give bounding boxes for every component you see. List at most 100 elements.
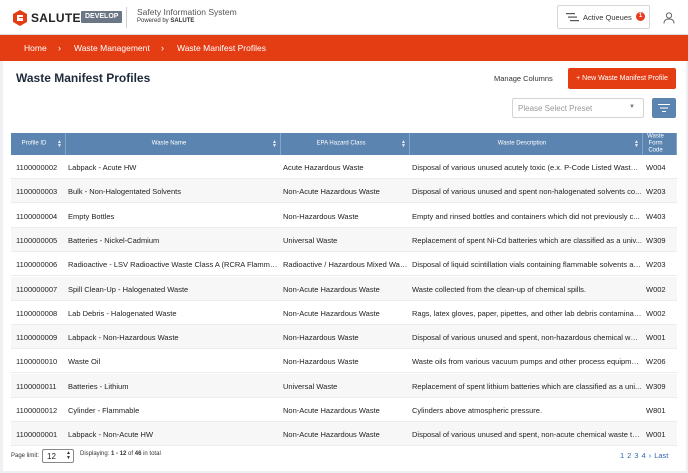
- user-icon[interactable]: [663, 12, 675, 24]
- cell-waste-name: Labpack - Non-Hazardous Waste: [68, 333, 179, 343]
- table-row[interactable]: 1100000004 Empty Bottles Non-Hazardous Was…: [11, 204, 677, 228]
- cell-waste-form-code: W203: [646, 260, 666, 270]
- caret-down-icon: ▼: [629, 104, 635, 110]
- cell-waste-name: Labpack - Acute HW: [68, 163, 137, 172]
- column-header-label: EPA Hazard Class: [316, 140, 366, 147]
- cell-waste-form-code: W801: [646, 406, 666, 415]
- sort-icon[interactable]: ▲ ▼: [57, 140, 62, 149]
- cell-waste-description: Disposal of various unused and spent, no…: [412, 333, 642, 343]
- cell-profile-id: 1100000001: [16, 430, 58, 440]
- cell-waste-description: Cylinders above atmospheric pressure.: [412, 406, 543, 415]
- displaying-range: 1 - 12: [111, 451, 127, 457]
- table-row[interactable]: 1100000007 Spill Clean-Up - Halogenated W…: [11, 276, 677, 301]
- cell-profile-id: 1100000003: [16, 187, 58, 197]
- cell-waste-form-code: W203: [646, 187, 666, 197]
- displaying-of: of: [128, 451, 134, 457]
- queue-list-icon: [566, 13, 579, 22]
- sort-icon[interactable]: ▲ ▼: [634, 140, 639, 149]
- preset-select[interactable]: Please Select Preset ▼: [512, 98, 644, 118]
- page-link-3[interactable]: 3: [634, 451, 638, 460]
- filter-button[interactable]: [652, 98, 676, 118]
- cell-epa-hazard-class: Non-Hazardous Waste: [283, 211, 359, 221]
- logo-text: SALUTE: [31, 10, 81, 25]
- page-limit-value: 12: [47, 452, 56, 461]
- cell-waste-description: Waste collected from the clean-up of che…: [412, 284, 586, 294]
- column-header-waste-name[interactable]: Waste Name ▲ ▼: [66, 133, 281, 155]
- page-link-1[interactable]: 1: [620, 451, 624, 460]
- active-queues-button[interactable]: Active Queues 1: [557, 5, 650, 29]
- header-divider: [126, 7, 127, 28]
- cell-waste-description: Waste oils from various vacuum pumps and…: [412, 357, 642, 367]
- cell-waste-form-code: W403: [646, 211, 666, 221]
- cell-waste-name: Waste Oil: [68, 357, 101, 367]
- displaying-total: 46: [134, 451, 142, 457]
- manage-columns-link[interactable]: Manage Columns: [494, 74, 553, 83]
- displaying-suffix: in total: [143, 451, 161, 457]
- cell-waste-name: Bulk - Non-Halogentated Solvents: [68, 187, 181, 197]
- cell-waste-name: Cylinder - Flammable: [68, 406, 140, 415]
- cell-waste-description: Replacement of spent Ni-Cd batteries whi…: [412, 235, 642, 245]
- cell-profile-id: 1100000009: [16, 333, 58, 343]
- cell-profile-id: 1100000006: [16, 260, 58, 270]
- cell-profile-id: 1100000010: [16, 357, 58, 367]
- cell-epa-hazard-class: Acute Hazardous Waste: [283, 163, 364, 172]
- table-row[interactable]: 1100000005 Batteries - Nickel-Cadmium Univ…: [11, 227, 677, 252]
- cell-profile-id: 1100000008: [16, 308, 58, 318]
- chevron-right-icon: ›: [58, 43, 61, 53]
- cell-epa-hazard-class: Non-Acute Hazardous Waste: [283, 187, 380, 197]
- spinner-icon: ▲ ▼: [66, 450, 71, 461]
- table-row[interactable]: 1100000012 Cylinder - Flammable Non-Acute …: [11, 398, 677, 422]
- cell-epa-hazard-class: Non-Hazardous Waste: [283, 357, 359, 367]
- cell-epa-hazard-class: Universal Waste: [283, 381, 338, 391]
- cell-waste-description: Disposal of various unused and spent non…: [412, 187, 642, 197]
- powered-by-brand: SALUTE: [170, 18, 195, 24]
- cell-profile-id: 1100000002: [16, 163, 58, 172]
- page-link-4[interactable]: 4: [642, 451, 646, 460]
- cell-epa-hazard-class: Non-Acute Hazardous Waste: [283, 308, 380, 318]
- salute-logo-icon: [13, 9, 27, 26]
- table-row[interactable]: 1100000009 Labpack - Non-Hazardous Waste N…: [11, 325, 677, 350]
- breadcrumb-home[interactable]: Home: [24, 43, 47, 53]
- powered-by: Powered by SALUTE: [137, 18, 194, 24]
- page-limit-select[interactable]: 12 ▲ ▼: [42, 449, 74, 463]
- sort-icon[interactable]: ▲ ▼: [272, 140, 277, 149]
- salute-logo[interactable]: SALUTE: [12, 9, 81, 26]
- cell-waste-form-code: W309: [646, 235, 666, 245]
- cell-epa-hazard-class: Non-Acute Hazardous Waste: [283, 430, 380, 440]
- sort-icon[interactable]: ▲ ▼: [401, 140, 406, 149]
- page-link-2[interactable]: 2: [627, 451, 631, 460]
- column-header-waste-description[interactable]: Waste Description ▲ ▼: [410, 133, 643, 155]
- page-title: Waste Manifest Profiles: [16, 71, 151, 85]
- cell-waste-name: Lab Debris - Halogenated Waste: [68, 308, 177, 318]
- cell-profile-id: 1100000012: [16, 406, 58, 415]
- cell-waste-name: Batteries - Nickel-Cadmium: [68, 235, 160, 245]
- table-row[interactable]: 1100000002 Labpack - Acute HW Acute Hazard…: [11, 155, 677, 179]
- breadcrumb-waste-management[interactable]: Waste Management: [74, 43, 150, 53]
- cell-waste-name: Labpack - Non-Acute HW: [68, 430, 154, 440]
- column-header-waste-form-code[interactable]: Waste Form Code: [643, 133, 677, 155]
- cell-epa-hazard-class: Radioactive / Hazardous Mixed Waste: [283, 260, 409, 270]
- cell-waste-description: Empty and rinsed bottles and containers …: [412, 211, 640, 221]
- cell-epa-hazard-class: Non-Acute Hazardous Waste: [283, 284, 380, 294]
- table-row[interactable]: 1100000008 Lab Debris - Halogenated Waste…: [11, 301, 677, 325]
- table-row[interactable]: 1100000010 Waste Oil Non-Hazardous Waste Wa…: [11, 349, 677, 374]
- column-header-profile-id[interactable]: Profile ID ▲ ▼: [11, 133, 66, 155]
- table-row[interactable]: 1100000003 Bulk - Non-Halogentated Solven…: [11, 179, 677, 204]
- table-row[interactable]: 1100000006 Radioactive - LSV Radioactive …: [11, 252, 677, 277]
- column-header-epa-hazard-class[interactable]: EPA Hazard Class ▲ ▼: [281, 133, 410, 155]
- displaying-summary: Displaying: 1 - 12 of 46 in total: [80, 451, 161, 457]
- breadcrumb-current: Waste Manifest Profiles: [177, 43, 266, 53]
- breadcrumb: Home › Waste Management › Waste Manifest…: [0, 35, 688, 61]
- table-footer: Page limit: 12 ▲ ▼ Displaying: 1 - 12 of …: [3, 443, 686, 471]
- new-waste-manifest-profile-button[interactable]: + New Waste Manifest Profile: [568, 68, 676, 89]
- column-header-label: Waste Description: [497, 140, 547, 147]
- cell-waste-name: Radioactive - LSV Radioactive Waste Clas…: [68, 260, 280, 270]
- system-title: Safety Information System: [137, 7, 237, 17]
- top-header: SALUTE DEVELOP Safety Information System…: [0, 0, 688, 35]
- preset-placeholder: Please Select Preset: [518, 104, 593, 113]
- last-page-link[interactable]: Last: [654, 451, 668, 460]
- next-page-link[interactable]: ›: [649, 451, 652, 460]
- table-row[interactable]: 1100000011 Batteries - Lithium Universal W…: [11, 373, 677, 398]
- cell-waste-name: Empty Bottles: [68, 211, 115, 221]
- queues-count-badge: 1: [636, 12, 645, 21]
